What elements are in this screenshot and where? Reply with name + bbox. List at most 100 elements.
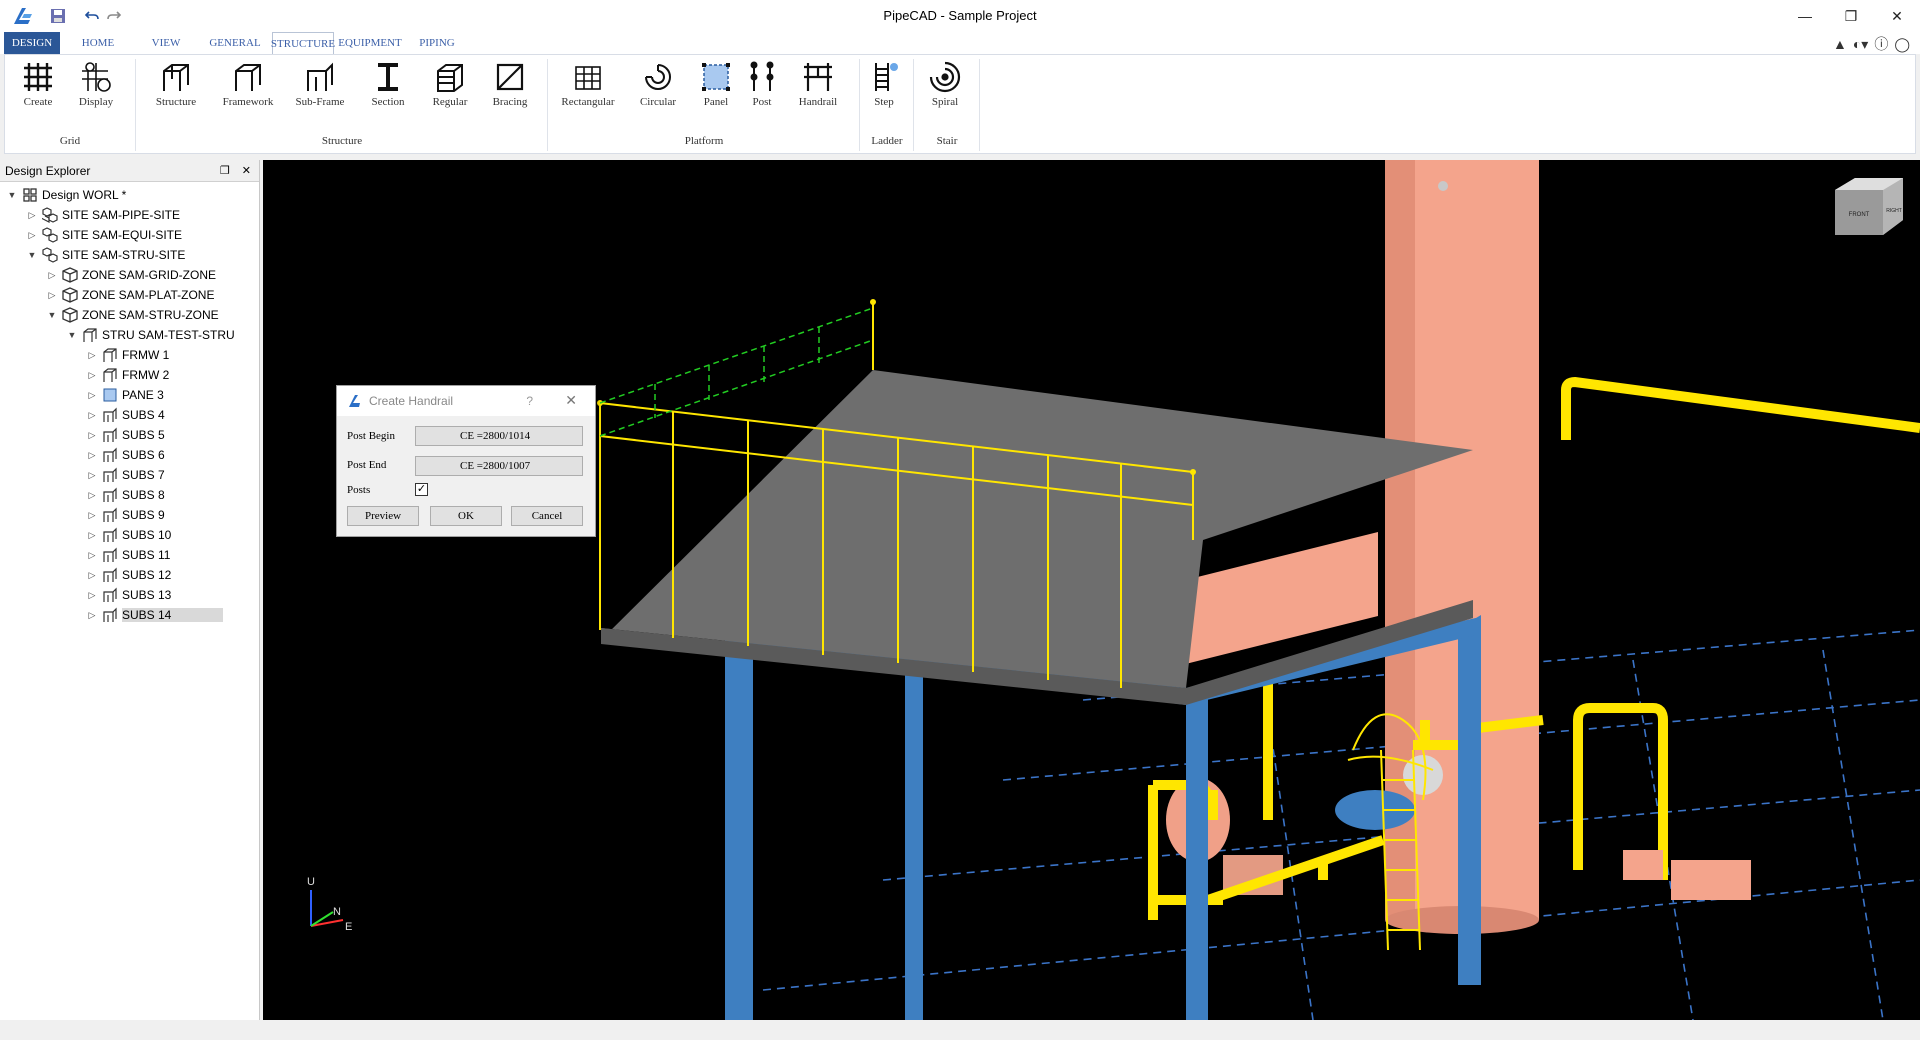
tree-node-subs[interactable]: ▷ SUBS 10 <box>0 525 259 545</box>
step-ladder-button[interactable]: Step <box>849 59 919 119</box>
tab-home[interactable]: HOME <box>78 32 118 54</box>
minimize-button[interactable]: — <box>1782 0 1828 32</box>
tab-design[interactable]: DESIGN <box>4 32 60 54</box>
grid-display-icon <box>82 62 111 92</box>
subframe-label: Sub-Frame <box>295 96 345 108</box>
tree-node-site[interactable]: ▷ SITE SAM-EQUI-SITE <box>0 225 259 245</box>
theme-icon[interactable]: ◐▾ <box>1853 36 1868 53</box>
tree-node-label: SITE SAM-EQUI-SITE <box>62 228 183 242</box>
circular-icon <box>645 64 671 90</box>
preview-button[interactable]: Preview <box>347 506 419 526</box>
help-icon[interactable]: ? <box>526 394 533 408</box>
chevron-right-icon[interactable]: ▷ <box>86 390 98 401</box>
ladder-icon <box>875 63 898 91</box>
group-grid-label: Grid <box>59 135 81 147</box>
tree-node-subs-selected[interactable]: ▷ SUBS 14 <box>0 605 259 625</box>
framework-button[interactable]: Framework <box>213 59 283 119</box>
pump-body <box>1623 850 1663 880</box>
tree-node-label: PANE 3 <box>122 388 164 402</box>
chevron-right-icon[interactable]: ▷ <box>86 410 98 421</box>
close-icon[interactable]: ✕ <box>565 392 577 409</box>
tree-node-frmw[interactable]: ▷ FRMW 1 <box>0 345 259 365</box>
chevron-right-icon[interactable]: ▷ <box>86 530 98 541</box>
chevron-right-icon[interactable]: ▷ <box>86 610 98 621</box>
info-icon[interactable]: ⓘ <box>1874 34 1888 54</box>
structure-button[interactable]: Structure <box>141 59 211 119</box>
tree-node-subs[interactable]: ▷ SUBS 12 <box>0 565 259 585</box>
tab-view[interactable]: VIEW <box>148 32 184 54</box>
post-begin-field[interactable]: CE =2800/1014 <box>415 426 583 446</box>
tab-equipment[interactable]: EQUIPMENT <box>338 32 402 54</box>
help-icon[interactable]: ◯ <box>1894 36 1910 53</box>
chevron-right-icon[interactable]: ▷ <box>26 210 38 221</box>
subframe-button[interactable]: Sub-Frame <box>285 59 355 119</box>
tree-node-subs[interactable]: ▷ SUBS 13 <box>0 585 259 605</box>
group-ladder-label: Ladder <box>871 135 903 147</box>
post-end-field[interactable]: CE =2800/1007 <box>415 456 583 476</box>
tree-node-site[interactable]: ▼ SITE SAM-STRU-SITE <box>0 245 259 265</box>
tree-node-label: SUBS 8 <box>122 488 165 502</box>
chevron-right-icon[interactable]: ▷ <box>26 230 38 241</box>
chevron-right-icon[interactable]: ▷ <box>86 370 98 381</box>
bracing-button[interactable]: Bracing <box>475 59 545 119</box>
group-separator <box>135 59 136 151</box>
tree-node-frmw[interactable]: ▷ FRMW 2 <box>0 365 259 385</box>
close-button[interactable]: ✕ <box>1874 0 1920 32</box>
step-label: Step <box>874 96 894 108</box>
close-panel-icon[interactable]: ✕ <box>242 164 251 177</box>
3d-viewport[interactable]: FRONT RIGHT U N E <box>263 160 1920 1020</box>
section-button[interactable]: Section <box>353 59 423 119</box>
tree-node-world[interactable]: ▼ Design WORL * <box>0 185 259 205</box>
chevron-right-icon[interactable]: ▷ <box>46 270 58 281</box>
spiral-stair-button[interactable]: Spiral <box>910 59 980 119</box>
tree-node-zone[interactable]: ▷ ZONE SAM-PLAT-ZONE <box>0 285 259 305</box>
view-cube[interactable]: FRONT RIGHT <box>1835 178 1903 235</box>
tree-node-stru[interactable]: ▼ STRU SAM-TEST-STRU <box>0 325 259 345</box>
chevron-right-icon[interactable]: ▷ <box>86 450 98 461</box>
chevron-down-icon[interactable]: ▼ <box>46 310 58 320</box>
panel-node-icon <box>103 388 117 402</box>
tree-node-label: ZONE SAM-GRID-ZONE <box>82 268 216 282</box>
chevron-right-icon[interactable]: ▷ <box>86 430 98 441</box>
rectangular-button[interactable]: Rectangular <box>553 59 623 119</box>
chevron-right-icon[interactable]: ▷ <box>86 350 98 361</box>
chevron-right-icon[interactable]: ▷ <box>86 510 98 521</box>
chevron-right-icon[interactable]: ▷ <box>86 570 98 581</box>
tree-node-zone[interactable]: ▼ ZONE SAM-STRU-ZONE <box>0 305 259 325</box>
restore-button[interactable]: ❐ <box>1828 0 1874 32</box>
tree-node-subs[interactable]: ▷ SUBS 8 <box>0 485 259 505</box>
grid-display-button[interactable]: Display <box>61 59 131 119</box>
ok-button[interactable]: OK <box>430 506 502 526</box>
tree-node-subs[interactable]: ▷ SUBS 7 <box>0 465 259 485</box>
tree-node-subs[interactable]: ▷ SUBS 9 <box>0 505 259 525</box>
tree-node-subs[interactable]: ▷ SUBS 4 <box>0 405 259 425</box>
chevron-right-icon[interactable]: ▷ <box>86 470 98 481</box>
handrail-button[interactable]: Handrail <box>783 59 853 119</box>
tree-node-site[interactable]: ▷ SITE SAM-PIPE-SITE <box>0 205 259 225</box>
tree-node-pane[interactable]: ▷ PANE 3 <box>0 385 259 405</box>
subframe-node-icon <box>103 567 117 582</box>
subframe-node-icon <box>103 407 117 422</box>
tree-node-subs[interactable]: ▷ SUBS 6 <box>0 445 259 465</box>
float-panel-icon[interactable]: ❐ <box>220 164 230 177</box>
tree-node-subs[interactable]: ▷ SUBS 11 <box>0 545 259 565</box>
tab-structure[interactable]: STRUCTURE <box>271 32 335 54</box>
chevron-down-icon[interactable]: ▼ <box>26 250 38 260</box>
tab-piping[interactable]: PIPING <box>414 32 460 54</box>
chevron-right-icon[interactable]: ▷ <box>86 490 98 501</box>
handrail-icon <box>804 63 832 91</box>
chevron-right-icon[interactable]: ▷ <box>46 290 58 301</box>
posts-checkbox[interactable]: ✓ <box>415 483 428 496</box>
tree-node-zone[interactable]: ▷ ZONE SAM-GRID-ZONE <box>0 265 259 285</box>
tab-general[interactable]: GENERAL <box>209 32 260 54</box>
chevron-down-icon[interactable]: ▼ <box>6 190 18 200</box>
cancel-button[interactable]: Cancel <box>511 506 583 526</box>
chevron-right-icon[interactable]: ▷ <box>86 550 98 561</box>
chevron-right-icon[interactable]: ▷ <box>86 590 98 601</box>
chevron-down-icon[interactable]: ▼ <box>66 330 78 340</box>
tree-node-subs[interactable]: ▷ SUBS 5 <box>0 425 259 445</box>
floor-grid <box>762 629 1920 1020</box>
collapse-ribbon-icon[interactable]: ▲ <box>1833 36 1847 52</box>
subframe-node-icon <box>103 527 117 542</box>
axis-triad: U N E <box>307 876 352 933</box>
